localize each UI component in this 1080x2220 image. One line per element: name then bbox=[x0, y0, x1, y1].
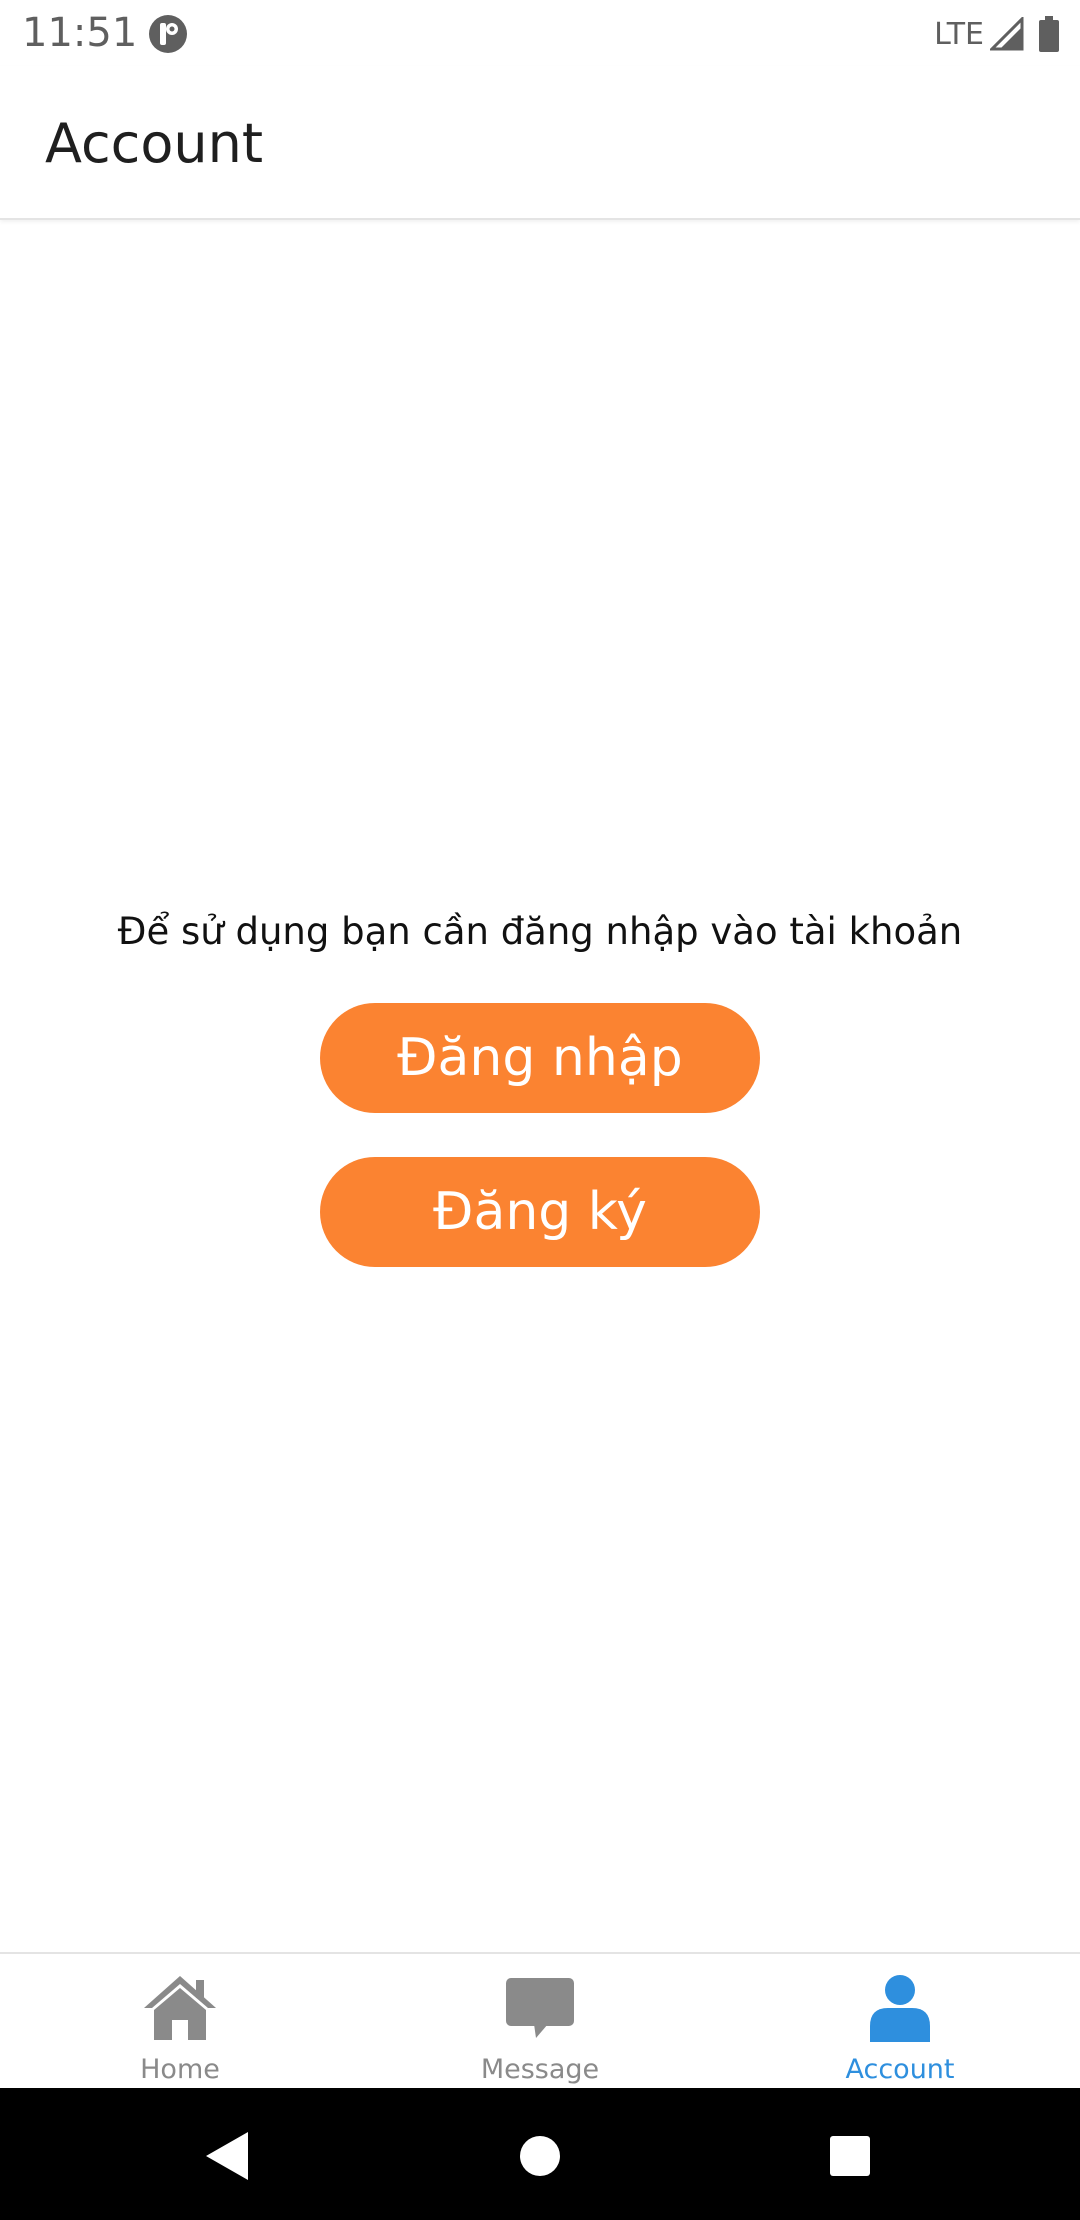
login-prompt-text: Để sử dụng bạn cần đăng nhập vào tài kho… bbox=[117, 910, 963, 953]
screen: 11:51 LTE Account Để sử dụng bạn cần đăn… bbox=[0, 0, 1080, 2220]
status-bar: 11:51 LTE bbox=[0, 0, 1080, 66]
battery-icon bbox=[1039, 16, 1059, 52]
register-button-label: Đăng ký bbox=[433, 1182, 647, 1242]
status-time: 11:51 bbox=[22, 10, 138, 56]
network-type: LTE bbox=[934, 16, 984, 52]
app-notification-icon bbox=[149, 15, 187, 53]
register-button[interactable]: Đăng ký bbox=[320, 1157, 760, 1267]
system-navigation-bar bbox=[0, 2088, 1080, 2220]
account-icon bbox=[870, 1975, 930, 2042]
message-icon bbox=[506, 1978, 574, 2038]
nav-item-home[interactable]: Home bbox=[0, 1954, 360, 2088]
back-icon[interactable] bbox=[200, 2128, 256, 2184]
nav-item-message[interactable]: Message bbox=[360, 1954, 720, 2088]
login-button-label: Đăng nhập bbox=[397, 1028, 683, 1088]
nav-label-message: Message bbox=[480, 2054, 600, 2085]
nav-label-account: Account bbox=[845, 2054, 955, 2085]
nav-item-account[interactable]: Account bbox=[720, 1954, 1080, 2088]
home-circle-icon[interactable] bbox=[512, 2128, 568, 2184]
status-right: LTE bbox=[934, 12, 1060, 56]
page-title: Account bbox=[45, 112, 264, 175]
home-icon bbox=[144, 1976, 216, 2040]
login-button[interactable]: Đăng nhập bbox=[320, 1003, 760, 1113]
recents-icon[interactable] bbox=[822, 2128, 878, 2184]
main-content: Để sử dụng bạn cần đăng nhập vào tài kho… bbox=[0, 220, 1080, 1950]
nav-label-home: Home bbox=[140, 2054, 220, 2085]
signal-icon bbox=[990, 17, 1024, 51]
bottom-navigation: Home Message Account bbox=[0, 1952, 1080, 2088]
app-bar: Account bbox=[0, 66, 1080, 220]
